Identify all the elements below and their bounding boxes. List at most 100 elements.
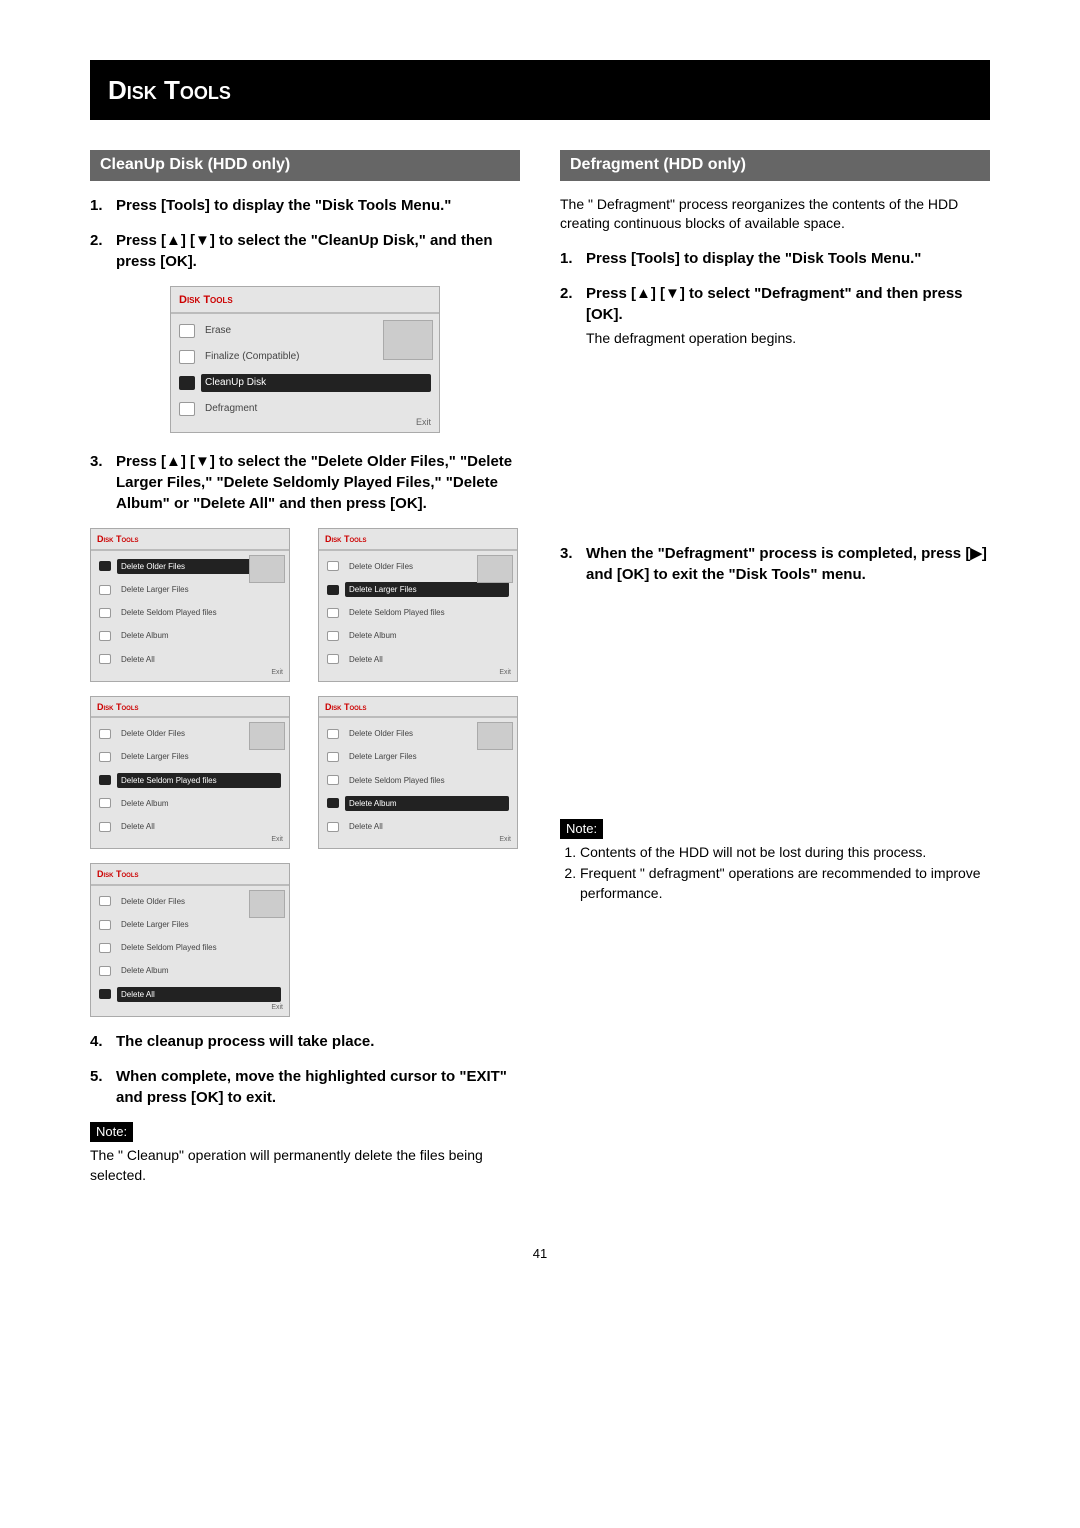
- right-column: Defragment (HDD only) The " Defragment" …: [560, 150, 990, 1185]
- panel-label: Delete Larger Files: [117, 917, 281, 932]
- page-number: 41: [90, 1245, 990, 1263]
- panel-label: Delete Larger Files: [345, 749, 509, 764]
- file-icon: [99, 943, 111, 953]
- cleanup-step-2: Press [▲] [▼] to select the "CleanUp Dis…: [90, 230, 520, 272]
- defragment-note-2: Frequent " defragment" operations are re…: [580, 864, 990, 903]
- content-columns: CleanUp Disk (HDD only) Press [Tools] to…: [90, 150, 990, 1185]
- panel-exit: Exit: [416, 416, 431, 429]
- panel-label: Delete All: [345, 652, 509, 667]
- file-icon: [99, 822, 111, 832]
- cleanup-panel-1: Disk Tools Delete Older Files Delete Lar…: [318, 528, 518, 682]
- panel-label: Delete All: [117, 652, 281, 667]
- list-item: Delete Album: [97, 792, 283, 815]
- cleanup-panel-2: Disk Tools Delete Older Files Delete Lar…: [90, 696, 290, 850]
- panel-title: Disk Tools: [319, 697, 517, 719]
- list-item: Delete All: [325, 648, 511, 671]
- panel-label: Delete Album: [117, 796, 281, 811]
- cleanup-panels-row-2: Disk Tools Delete Older Files Delete Lar…: [90, 696, 520, 850]
- panel-exit: Exit: [271, 835, 283, 845]
- list-item: Delete All: [97, 815, 283, 838]
- file-icon: [99, 798, 111, 808]
- panel-title: Disk Tools: [319, 529, 517, 551]
- defragment-icon: [179, 402, 195, 416]
- panel-label: Delete All: [345, 819, 509, 834]
- panel-label: Delete Album: [117, 628, 281, 643]
- file-icon: [99, 752, 111, 762]
- panel-preview-box: [383, 320, 433, 360]
- panel-label: Defragment: [201, 400, 431, 418]
- panel-label: Delete Seldom Played files: [117, 605, 281, 620]
- panel-item-cleanup: CleanUp Disk: [177, 370, 433, 396]
- cleanup-panel-4: Disk Tools Delete Older Files Delete Lar…: [90, 863, 290, 1017]
- file-icon: [327, 608, 339, 618]
- defragment-step-2: Press [▲] [▼] to select "Defragment" and…: [560, 283, 990, 349]
- cleanup-steps: Press [Tools] to display the "Disk Tools…: [90, 195, 520, 272]
- cleanup-step-1: Press [Tools] to display the "Disk Tools…: [90, 195, 520, 216]
- defragment-steps: Press [Tools] to display the "Disk Tools…: [560, 248, 990, 349]
- file-icon: [327, 775, 339, 785]
- panel-preview-box: [249, 555, 285, 583]
- file-icon: [99, 561, 111, 571]
- file-icon: [327, 585, 339, 595]
- panel-exit: Exit: [499, 668, 511, 678]
- section-defragment-header: Defragment (HDD only): [560, 150, 990, 180]
- list-item: Delete Album: [325, 624, 511, 647]
- panel-title: Disk Tools: [91, 864, 289, 886]
- list-item: Delete Album: [97, 624, 283, 647]
- file-icon: [327, 752, 339, 762]
- note-label: Note:: [560, 819, 603, 839]
- file-icon: [99, 775, 111, 785]
- cleanup-icon: [179, 376, 195, 390]
- panel-preview-box: [477, 555, 513, 583]
- panel-label: Delete Seldom Played files: [117, 773, 281, 788]
- cleanup-step-5: When complete, move the highlighted curs…: [90, 1066, 520, 1108]
- file-icon: [327, 654, 339, 664]
- list-item: Delete Seldom Played files: [325, 769, 511, 792]
- list-item: Delete Seldom Played files: [97, 601, 283, 624]
- panel-preview-box: [477, 722, 513, 750]
- panel-item-defragment: Defragment: [177, 396, 433, 422]
- erase-icon: [179, 324, 195, 338]
- panel-preview-box: [249, 890, 285, 918]
- disk-tools-panel-main: Disk Tools Erase Finalize (Compatible) C…: [170, 286, 440, 433]
- cleanup-step-4: The cleanup process will take place.: [90, 1031, 520, 1052]
- file-icon: [327, 561, 339, 571]
- defragment-step-2-sub: The defragment operation begins.: [586, 329, 990, 349]
- step-text: Press [▲] [▼] to select "Defragment" and…: [586, 285, 963, 323]
- defragment-steps-cont: When the "Defragment" process is complet…: [560, 543, 990, 585]
- defragment-step-1: Press [Tools] to display the "Disk Tools…: [560, 248, 990, 269]
- section-cleanup-header: CleanUp Disk (HDD only): [90, 150, 520, 180]
- list-item: Delete Seldom Played files: [97, 769, 283, 792]
- list-item: Delete Seldom Played files: [325, 601, 511, 624]
- panel-label: Delete Seldom Played files: [117, 940, 281, 955]
- file-icon: [99, 654, 111, 664]
- file-icon: [99, 631, 111, 641]
- page-title: Disk Tools: [90, 60, 990, 120]
- panel-exit: Exit: [271, 1003, 283, 1013]
- panel-label: Delete All: [117, 819, 281, 834]
- cleanup-note-text: The " Cleanup" operation will permanentl…: [90, 1146, 520, 1185]
- list-item: Delete Seldom Played files: [97, 936, 283, 959]
- defragment-notes: Contents of the HDD will not be lost dur…: [560, 843, 990, 904]
- file-icon: [99, 608, 111, 618]
- file-icon: [99, 896, 111, 906]
- panel-label: Delete Larger Files: [117, 582, 281, 597]
- file-icon: [327, 822, 339, 832]
- defragment-intro: The " Defragment" process reorganizes th…: [560, 195, 990, 234]
- file-icon: [327, 798, 339, 808]
- panel-label: Delete Seldom Played files: [345, 773, 509, 788]
- cleanup-panels-row-1: Disk Tools Delete Older Files Delete Lar…: [90, 528, 520, 682]
- file-icon: [327, 631, 339, 641]
- cleanup-step-3: Press [▲] [▼] to select the "Delete Olde…: [90, 451, 520, 514]
- file-icon: [99, 989, 111, 999]
- note-label: Note:: [90, 1122, 133, 1142]
- panel-label: CleanUp Disk: [201, 374, 431, 392]
- panel-exit: Exit: [271, 668, 283, 678]
- panel-title: Disk Tools: [91, 697, 289, 719]
- file-icon: [99, 920, 111, 930]
- cleanup-steps-cont: Press [▲] [▼] to select the "Delete Olde…: [90, 451, 520, 514]
- panel-title: Disk Tools: [91, 529, 289, 551]
- list-item: Delete All: [97, 983, 283, 1006]
- panel-label: Delete Album: [117, 963, 281, 978]
- file-icon: [99, 966, 111, 976]
